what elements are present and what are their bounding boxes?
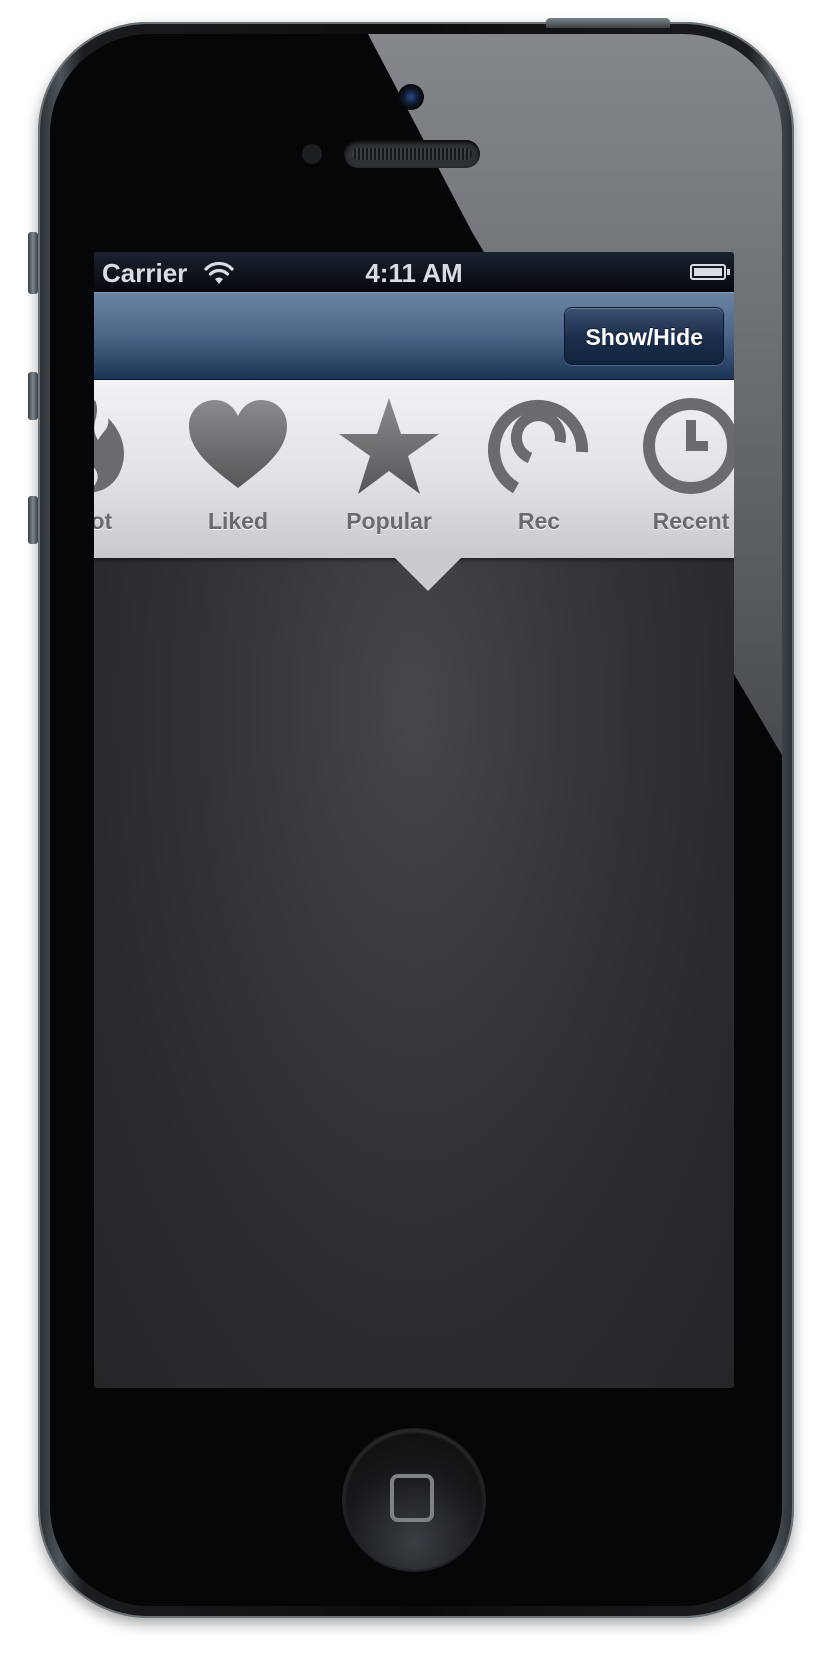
tab-recent[interactable]: Recent [611,380,734,558]
tab-popular[interactable]: Popular [309,380,469,558]
app-screen: Carrier 4:11 AM Show/Hide Hot [94,252,734,1388]
volume-up-button [28,372,38,420]
heart-icon [189,400,287,488]
mute-switch [28,232,38,294]
volume-down-button [28,496,38,544]
clock-icon [643,398,734,494]
status-bar: Carrier 4:11 AM [94,252,734,292]
tab-label: Popular [346,508,432,534]
tab-liked[interactable]: Liked [158,380,318,558]
tab-label: Liked [207,508,269,534]
selection-pointer [394,557,462,591]
front-camera [398,84,424,110]
home-square-icon [390,1474,434,1522]
earpiece-speaker [344,140,480,168]
tab-label: Recent [652,508,730,534]
home-button[interactable] [344,1430,484,1570]
tab-label: Rec [517,508,561,534]
tab-rec[interactable]: Rec [459,380,619,558]
tab-strip[interactable]: Hot Liked Popular [94,380,734,558]
battery-icon [690,264,730,280]
clock-time: 4:11 AM [365,258,463,288]
sleep-wake-button [546,18,670,28]
loading-arc-icon [488,399,589,494]
star-icon [339,398,439,494]
show-hide-button[interactable]: Show/Hide [564,307,724,365]
proximity-sensor [302,144,322,164]
flame-icon [94,400,124,492]
navigation-bar: Show/Hide [94,292,734,380]
